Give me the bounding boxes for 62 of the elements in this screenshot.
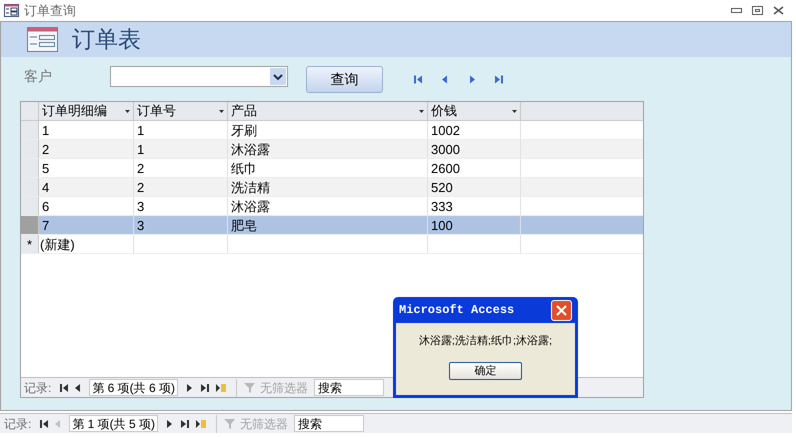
table-cell: 2 (39, 140, 134, 158)
table-cell: 4 (39, 178, 134, 196)
restore-icon[interactable] (752, 6, 763, 15)
table-row[interactable]: 1 1 牙刷 1002 (21, 121, 643, 140)
table-cell: 3 (134, 216, 228, 234)
dialog-title: Microsoft Access (399, 302, 514, 319)
table-cell: 5 (39, 159, 134, 177)
table-row[interactable]: 6 3 沐浴露 333 (21, 197, 643, 216)
record-label: 记录: (24, 380, 52, 396)
filter-icon (243, 382, 258, 394)
table-cell: 1 (39, 121, 134, 139)
table-row[interactable]: 2 1 沐浴露 3000 (21, 140, 643, 159)
table-cell: 2600 (428, 159, 521, 177)
table-cell: 520 (428, 178, 521, 196)
sort-dropdown-icon[interactable] (219, 110, 224, 112)
minimize-icon[interactable] (731, 8, 742, 13)
ok-button[interactable]: 确定 (449, 362, 522, 380)
column-header[interactable]: 价钱 (428, 102, 521, 120)
table-cell: 肥皂 (228, 216, 428, 234)
table-cell: 7 (39, 216, 134, 234)
table-cell: 100 (428, 216, 521, 234)
query-button[interactable]: 查询 (306, 66, 383, 92)
form-icon (4, 4, 19, 17)
new-record-marker: * (21, 235, 39, 253)
table-cell: 2 (134, 178, 228, 196)
record-position-field[interactable]: 第 1 项(共 5 项) (69, 415, 158, 432)
table-row[interactable]: 4 2 洗洁精 520 (21, 178, 643, 197)
filter-icon (223, 418, 238, 430)
record-position-field[interactable]: 第 6 项(共 6 项) (89, 379, 178, 396)
close-icon (556, 304, 567, 316)
column-header[interactable]: 产品 (228, 102, 428, 120)
table-cell: 1 (134, 140, 228, 158)
table-cell: 纸巾 (228, 159, 428, 177)
table-cell: 333 (428, 197, 521, 215)
close-icon[interactable] (773, 6, 784, 15)
table-cell: 6 (39, 197, 134, 215)
table-cell: 3 (134, 197, 228, 215)
form-icon (27, 27, 58, 52)
table-cell: 牙刷 (228, 121, 428, 139)
new-record-row[interactable]: (新建) (39, 235, 134, 253)
column-header[interactable]: 订单号 (134, 102, 228, 120)
table-cell: 沐浴露 (228, 197, 428, 215)
table-cell: 3000 (428, 140, 521, 158)
table-row[interactable]: 7 3 肥皂 100 (21, 216, 643, 235)
column-header[interactable]: 订单明细编 (39, 102, 134, 120)
table-cell: 2 (134, 159, 228, 177)
table-row[interactable]: 5 2 纸巾 2600 (21, 159, 643, 178)
sort-dropdown-icon[interactable] (419, 110, 424, 112)
table-cell: 沐浴露 (228, 140, 428, 158)
record-label: 记录: (4, 416, 32, 432)
dialog-message: 沐浴露;洗洁精;纸巾;沐浴露; (418, 334, 552, 349)
window-title: 订单查询 (24, 2, 76, 20)
search-field[interactable]: 搜索 (314, 379, 384, 396)
sort-dropdown-icon[interactable] (125, 110, 130, 112)
customer-label: 客户 (24, 66, 53, 86)
form-title: 订单表 (72, 25, 141, 54)
sort-dropdown-icon[interactable] (512, 110, 517, 112)
table-cell: 1002 (428, 121, 521, 139)
table-cell: 1 (134, 121, 228, 139)
table-cell: 洗洁精 (228, 178, 428, 196)
close-button[interactable] (551, 300, 572, 320)
search-field[interactable]: 搜索 (294, 415, 364, 432)
